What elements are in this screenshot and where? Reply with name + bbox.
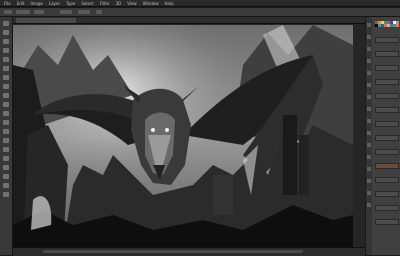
workspace xyxy=(13,17,365,255)
airbrush-toggle[interactable] xyxy=(96,10,102,14)
panel-toggle-icon[interactable] xyxy=(367,47,371,51)
panel-toggle-icon[interactable] xyxy=(367,203,371,207)
layer-row[interactable] xyxy=(375,79,399,85)
flow-field[interactable] xyxy=(78,10,90,14)
opacity-field[interactable] xyxy=(60,10,72,14)
layer-row[interactable] xyxy=(375,163,399,169)
panel-toggle-icon[interactable] xyxy=(367,191,371,195)
panel-icon-strip xyxy=(366,17,372,255)
layer-row[interactable] xyxy=(375,121,399,127)
panel-toggle-icon[interactable] xyxy=(367,35,371,39)
history-brush-tool-icon[interactable] xyxy=(3,102,9,107)
layer-row[interactable] xyxy=(375,191,399,197)
path-select-tool-icon[interactable] xyxy=(3,165,9,170)
options-bar xyxy=(0,8,400,17)
eraser-tool-icon[interactable] xyxy=(3,111,9,116)
crop-tool-icon[interactable] xyxy=(3,57,9,62)
panel-toggle-icon[interactable] xyxy=(367,143,371,147)
menu-item-filter[interactable]: Filter xyxy=(100,1,110,6)
layer-row[interactable] xyxy=(375,177,399,183)
menu-item-3d[interactable]: 3D xyxy=(116,1,122,6)
layer-row[interactable] xyxy=(375,149,399,155)
dodge-tool-icon[interactable] xyxy=(3,138,9,143)
layer-row[interactable] xyxy=(375,205,399,211)
tool-preset-button[interactable] xyxy=(4,10,12,14)
layer-row[interactable] xyxy=(375,107,399,113)
document-canvas[interactable] xyxy=(13,25,353,247)
menu-item-file[interactable]: File xyxy=(4,1,11,6)
panel-toggle-icon[interactable] xyxy=(367,23,371,27)
healing-tool-icon[interactable] xyxy=(3,75,9,80)
hand-tool-icon[interactable] xyxy=(3,183,9,188)
zoom-tool-icon[interactable] xyxy=(3,192,9,197)
panel-toggle-icon[interactable] xyxy=(367,119,371,123)
layer-row[interactable] xyxy=(375,219,399,225)
menu-item-layer[interactable]: Layer xyxy=(49,1,60,6)
menu-item-view[interactable]: View xyxy=(127,1,137,6)
move-tool-icon[interactable] xyxy=(3,21,9,26)
layer-row[interactable] xyxy=(375,135,399,141)
layer-row[interactable] xyxy=(375,37,399,43)
panel-toggle-icon[interactable] xyxy=(367,107,371,111)
eyedropper-tool-icon[interactable] xyxy=(3,66,9,71)
menu-bar: File Edit Image Layer Type Select Filter 3D View… xyxy=(0,0,400,7)
gradient-tool-icon[interactable] xyxy=(3,120,9,125)
menu-item-select[interactable]: Select xyxy=(81,1,93,6)
stamp-tool-icon[interactable] xyxy=(3,93,9,98)
menu-item-edit[interactable]: Edit xyxy=(17,1,25,6)
dragon-artwork xyxy=(13,25,353,247)
document-tab[interactable] xyxy=(16,18,76,23)
pen-tool-icon[interactable] xyxy=(3,147,9,152)
blur-tool-icon[interactable] xyxy=(3,129,9,134)
layer-row[interactable] xyxy=(375,93,399,99)
panel-toggle-icon[interactable] xyxy=(367,155,371,159)
brush-size-dropdown[interactable] xyxy=(16,10,30,14)
menu-item-type[interactable]: Type xyxy=(66,1,75,6)
panel-toggle-icon[interactable] xyxy=(367,59,371,63)
horizontal-scrollbar[interactable] xyxy=(43,250,303,253)
panel-toggle-icon[interactable] xyxy=(367,167,371,171)
menu-item-help[interactable]: Help xyxy=(164,1,173,6)
quick-select-tool-icon[interactable] xyxy=(3,48,9,53)
document-tabs xyxy=(13,17,365,24)
panel-toggle-icon[interactable] xyxy=(367,95,371,99)
panel-toggle-icon[interactable] xyxy=(367,131,371,135)
lasso-tool-icon[interactable] xyxy=(3,39,9,44)
brush-tool-icon[interactable] xyxy=(3,84,9,89)
marquee-tool-icon[interactable] xyxy=(3,30,9,35)
menu-item-window[interactable]: Window xyxy=(143,1,159,6)
color-swatch[interactable] xyxy=(396,24,399,27)
menu-item-image[interactable]: Image xyxy=(30,1,43,6)
panel-toggle-icon[interactable] xyxy=(367,71,371,75)
tools-panel xyxy=(0,17,13,255)
layer-row[interactable] xyxy=(375,51,399,57)
layer-row[interactable] xyxy=(375,65,399,71)
shape-tool-icon[interactable] xyxy=(3,174,9,179)
mode-dropdown[interactable] xyxy=(34,10,44,14)
panel-toggle-icon[interactable] xyxy=(367,83,371,87)
panel-toggle-icon[interactable] xyxy=(367,179,371,183)
type-tool-icon[interactable] xyxy=(3,156,9,161)
